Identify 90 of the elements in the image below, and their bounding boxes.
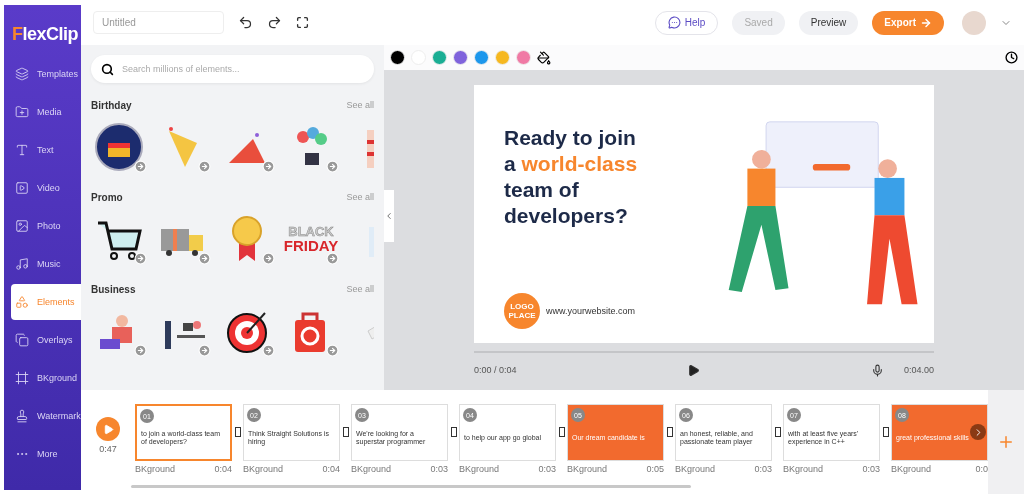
website-text: www.yourwebsite.com <box>546 306 636 316</box>
title-field[interactable]: Untitled <box>93 11 224 34</box>
music-icon <box>15 257 29 271</box>
clip-caption: BKground <box>567 464 608 474</box>
clip-caption: BKground <box>675 464 716 474</box>
overlay-icon <box>15 333 29 347</box>
color-swatch[interactable] <box>474 50 489 65</box>
transition-icon[interactable] <box>666 427 673 437</box>
clip-duration: 0:04 <box>214 464 232 474</box>
category-title: Business <box>91 284 136 295</box>
clip-caption: BKground <box>783 464 824 474</box>
clip-caption: BKground <box>243 464 284 474</box>
transition-icon[interactable] <box>450 427 457 437</box>
mic-button[interactable] <box>871 363 884 377</box>
photo-icon <box>15 219 29 233</box>
text-icon <box>15 143 29 157</box>
video-icon <box>15 181 29 195</box>
sidebar-item[interactable]: Media <box>11 94 81 130</box>
folder-icon <box>15 105 29 119</box>
chevron-left-icon <box>384 211 394 221</box>
layers-icon <box>15 67 29 81</box>
slide-heading: a world-class <box>504 151 639 177</box>
fullscreen-button[interactable] <box>296 16 309 29</box>
color-swatch[interactable] <box>432 50 447 65</box>
color-swatch[interactable] <box>453 50 468 65</box>
clip-duration: 0:0 <box>975 464 988 474</box>
play-icon <box>687 363 701 377</box>
color-swatch[interactable] <box>516 50 531 65</box>
cake-badge-icon <box>95 123 143 171</box>
transition-icon[interactable] <box>882 427 889 437</box>
sidebar-item[interactable]: Templates <box>11 56 81 92</box>
transition-icon[interactable] <box>234 427 241 437</box>
sidebar-item[interactable]: Watermark <box>11 398 81 434</box>
arrow-icon <box>920 16 932 29</box>
sidebar-item[interactable]: Video <box>11 170 81 206</box>
paint-bucket-icon[interactable] <box>537 50 551 65</box>
clip-duration: 0:03 <box>538 464 556 474</box>
clip-duration: 0:04 <box>322 464 340 474</box>
transition-icon[interactable] <box>558 427 565 437</box>
redo-button[interactable] <box>267 15 282 30</box>
plus-icon <box>997 433 1015 451</box>
add-icon[interactable] <box>134 252 147 265</box>
clip-duration: 0:03 <box>754 464 772 474</box>
search-icon <box>101 63 114 76</box>
help-button[interactable]: Help <box>654 10 719 35</box>
sidebar-item[interactable]: Text <box>11 132 81 168</box>
sidebar-item[interactable]: Music <box>11 246 81 282</box>
clip-duration: 0:03 <box>430 464 448 474</box>
color-swatch[interactable] <box>495 50 510 65</box>
clip-caption: BKground <box>459 464 500 474</box>
scrollbar[interactable] <box>131 485 691 488</box>
clip-duration: 0:03 <box>862 464 880 474</box>
header-button[interactable]: Preview <box>798 10 859 35</box>
play-button[interactable] <box>687 363 701 377</box>
fullscreen-icon <box>296 16 309 29</box>
time-readout: 0:00 / 0:04 <box>474 365 517 375</box>
play-icon <box>102 423 114 435</box>
duration-readout: 0:04.00 <box>904 365 934 375</box>
sale-text: BLACK FRIDAY <box>283 225 339 253</box>
undo-button[interactable] <box>238 15 253 30</box>
logo-badge: LOGO PLACE <box>504 293 540 329</box>
search-field[interactable]: Search millions of elements... <box>91 55 374 83</box>
sidebar-item[interactable]: Overlays <box>11 322 81 358</box>
undo-icon <box>238 15 253 30</box>
color-swatch[interactable] <box>390 50 405 65</box>
medal-icon <box>229 215 265 263</box>
redo-icon <box>267 15 282 30</box>
slide-heading: team of <box>504 177 580 203</box>
mic-icon <box>871 363 884 377</box>
slide-heading: developers? <box>504 203 629 229</box>
stamp-icon <box>15 409 29 423</box>
clip-duration: 0:05 <box>646 464 664 474</box>
clip-caption: BKground <box>351 464 392 474</box>
sidebar-item[interactable]: BKground <box>11 360 81 396</box>
category-title: Promo <box>91 192 123 203</box>
shapes-icon <box>15 295 29 309</box>
sidebar-item[interactable]: Photo <box>11 208 81 244</box>
category-title: Birthday <box>91 100 132 111</box>
transition-icon[interactable] <box>342 427 349 437</box>
add-clip-button[interactable] <box>997 433 1015 451</box>
slide-heading: Ready to join <box>504 125 637 151</box>
clip-caption: BKground <box>891 464 932 474</box>
chat-icon <box>667 16 681 29</box>
clip-caption: BKground <box>135 464 176 474</box>
clock-icon[interactable] <box>1005 51 1018 64</box>
sidebar-item[interactable]: More <box>11 436 81 472</box>
transition-icon[interactable] <box>774 427 781 437</box>
flexclip-logo[interactable]: FlexClip <box>4 13 81 55</box>
total-time: 0:47 <box>99 444 117 454</box>
frame-icon <box>15 371 29 385</box>
